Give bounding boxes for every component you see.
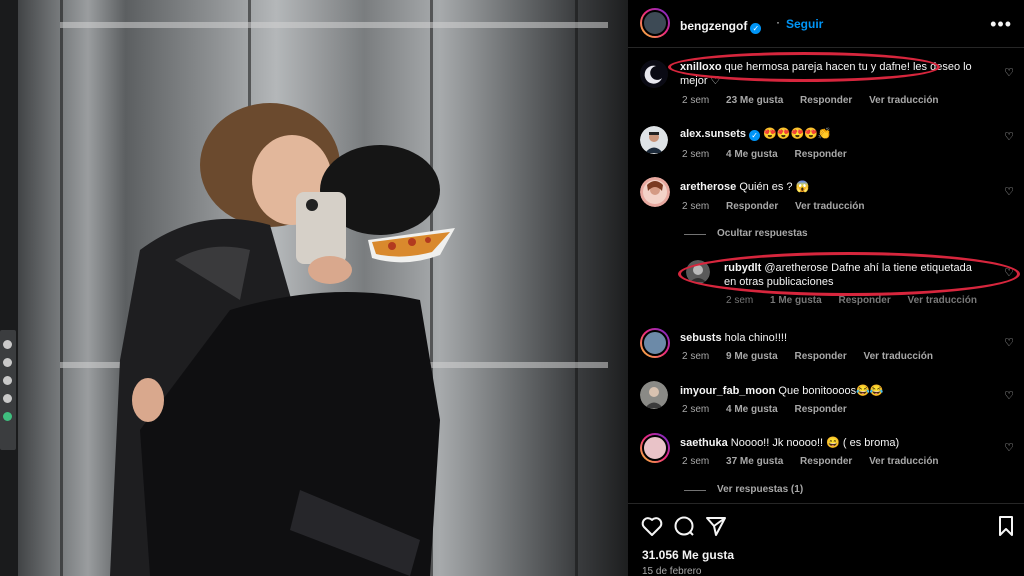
reply-button[interactable]: Responder [794, 404, 846, 415]
post-header: bengzengof ✓ · Seguir ••• [628, 0, 1024, 48]
couple-figure [110, 103, 455, 576]
post-image [0, 0, 628, 576]
share-icon[interactable] [704, 514, 728, 538]
heart-icon[interactable]: ♡ [1004, 130, 1014, 143]
heart-icon[interactable]: ♡ [1004, 441, 1014, 454]
comment-meta: 2 sem 4 Me gusta Responder [682, 149, 861, 160]
comment-likes[interactable]: 1 Me gusta [770, 295, 822, 306]
comment-time: 2 sem [682, 404, 710, 415]
comment-time: 2 sem [682, 95, 710, 106]
comment-text-wrap: saethuka Noooo!! Jk noooo!! 😄 ( es broma… [680, 436, 990, 450]
comment-time: 2 sem [682, 201, 710, 212]
translate-button[interactable]: Ver traducción [795, 201, 864, 212]
replies-line [684, 234, 706, 235]
comment-meta: 2 sem 1 Me gusta Responder Ver traducció… [726, 295, 991, 306]
translate-button[interactable]: Ver traducción [908, 295, 977, 306]
comment-text-wrap: rubydlt @aretherose Dafne ahí la tiene e… [724, 261, 994, 289]
comment-time: 2 sem [726, 295, 754, 306]
reply-button[interactable]: Responder [800, 95, 852, 106]
commenter-avatar[interactable] [686, 260, 710, 284]
commenter-username[interactable]: aretherose [680, 181, 736, 193]
author-avatar[interactable] [640, 8, 670, 38]
comment-text: Que bonitoooos😂😂 [778, 385, 884, 397]
comment-text-wrap: sebusts hola chino!!!! [680, 331, 990, 345]
comment-text: @aretherose Dafne ahí la tiene etiquetad… [764, 262, 972, 274]
commenter-username[interactable]: imyour_fab_moon [680, 385, 775, 397]
commenter-username[interactable]: sebusts [680, 332, 722, 344]
comment-meta: 2 sem 37 Me gusta Responder Ver traducci… [682, 456, 953, 467]
replies-line [684, 490, 706, 491]
post-actions: 31.056 Me gusta 15 de febrero [628, 503, 1024, 576]
comment-likes[interactable]: 4 Me gusta [726, 404, 778, 415]
commenter-username[interactable]: saethuka [680, 437, 728, 449]
commenter-username[interactable]: xnilloxo [680, 61, 722, 73]
reply-button[interactable]: Responder [794, 351, 846, 362]
heart-icon[interactable]: ♡ [1004, 336, 1014, 349]
comment-text-wrap: alex.sunsets ✓ 😍😍😍😍👏 [680, 127, 990, 141]
comment-meta: 2 sem 4 Me gusta Responder [682, 404, 861, 415]
commenter-avatar[interactable] [640, 126, 668, 154]
heart-icon[interactable]: ♡ [1004, 66, 1014, 79]
translate-button[interactable]: Ver traducción [869, 95, 938, 106]
comment-icon[interactable] [672, 514, 696, 538]
comment-text: Quién es ? 😱 [739, 181, 810, 193]
post-date: 15 de febrero [642, 566, 702, 576]
commenter-avatar[interactable] [640, 328, 670, 358]
commenter-avatar[interactable] [640, 433, 670, 463]
comment-time: 2 sem [682, 456, 710, 467]
heart-icon[interactable]: ♡ [1004, 185, 1014, 198]
heart-icon[interactable] [640, 514, 664, 538]
comment-text: Noooo!! Jk noooo!! 😄 ( es broma) [730, 437, 900, 449]
comment-text-cont: mejor ♡ [680, 75, 721, 87]
reply-button[interactable]: Responder [800, 456, 852, 467]
reply-button[interactable]: Responder [838, 295, 890, 306]
commenter-username[interactable]: alex.sunsets [680, 128, 746, 140]
hide-replies-button[interactable]: Ocultar respuestas [717, 228, 808, 239]
comment-likes[interactable]: 4 Me gusta [726, 149, 778, 160]
comment-text: que hermosa pareja hacen tu y dafne! les… [724, 61, 972, 73]
author-username[interactable]: bengzengof [680, 19, 747, 33]
more-options-icon[interactable]: ••• [990, 14, 1012, 35]
reply-button[interactable]: Responder [794, 149, 846, 160]
commenter-avatar[interactable] [640, 60, 668, 88]
comment-text-cont: en otras publicaciones [724, 276, 834, 288]
comment-text: hola chino!!!! [724, 332, 788, 344]
comment-time: 2 sem [682, 351, 710, 362]
comment-meta: 2 sem Responder Ver traducción [682, 201, 879, 212]
comment-meta: 2 sem 9 Me gusta Responder Ver traducció… [682, 351, 947, 362]
likes-count[interactable]: 31.056 Me gusta [642, 548, 734, 562]
heart-icon[interactable]: ♡ [1004, 266, 1014, 279]
follow-button[interactable]: Seguir [786, 17, 823, 31]
translate-button[interactable]: Ver traducción [864, 351, 933, 362]
author-name-wrap: bengzengof ✓ [680, 17, 762, 35]
comment-time: 2 sem [682, 149, 710, 160]
reply-button[interactable]: Responder [726, 201, 778, 212]
comment-text: 😍😍😍😍👏 [763, 128, 832, 140]
comment-likes[interactable]: 9 Me gusta [726, 351, 778, 362]
bookmark-icon[interactable] [994, 514, 1018, 538]
commenter-avatar[interactable] [640, 177, 670, 207]
comment-text-wrap: aretherose Quién es ? 😱 [680, 180, 990, 194]
comment-text-wrap: imyour_fab_moon Que bonitoooos😂😂 [680, 384, 990, 398]
verified-icon: ✓ [750, 23, 762, 34]
translate-button[interactable]: Ver traducción [869, 456, 938, 467]
separator-dot: · [776, 15, 780, 29]
comment-likes[interactable]: 37 Me gusta [726, 456, 783, 467]
comment-likes[interactable]: 23 Me gusta [726, 95, 783, 106]
comment-text-wrap: xnilloxo que hermosa pareja hacen tu y d… [680, 60, 990, 88]
comments-panel: bengzengof ✓ · Seguir ••• xnilloxo que he… [628, 0, 1024, 576]
verified-icon: ✓ [749, 130, 761, 141]
commenter-username[interactable]: rubydlt [724, 262, 761, 274]
commenter-avatar[interactable] [640, 381, 668, 409]
heart-icon[interactable]: ♡ [1004, 389, 1014, 402]
comment-meta: 2 sem 23 Me gusta Responder Ver traducci… [682, 95, 953, 106]
view-replies-button[interactable]: Ver respuestas (1) [717, 484, 803, 495]
